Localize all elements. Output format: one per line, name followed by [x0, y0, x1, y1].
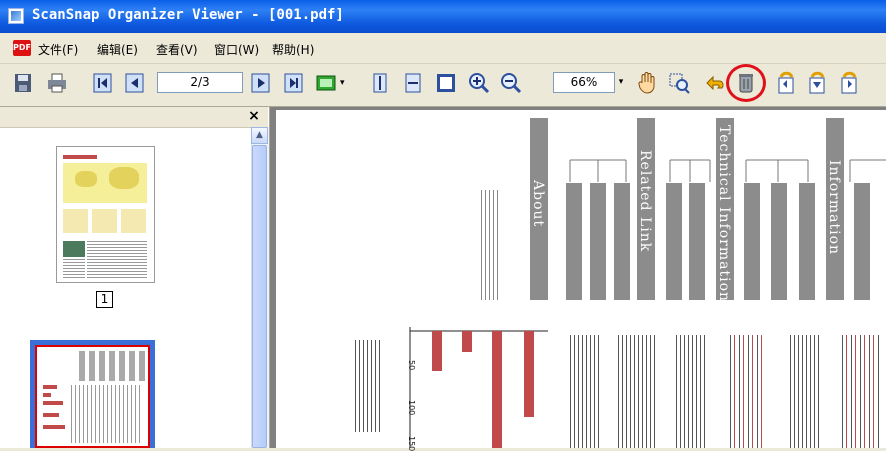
layout-icon[interactable]: [315, 71, 337, 95]
sub-item-bar: [666, 183, 682, 300]
rotate-180-icon[interactable]: [806, 71, 828, 95]
thumb-chart-bar: [43, 393, 51, 397]
tree-connectors: [569, 159, 886, 182]
print-icon[interactable]: [46, 71, 68, 95]
thumb-header-bar: [63, 155, 97, 159]
rotate-left-icon[interactable]: [775, 71, 797, 95]
zoom-in-icon[interactable]: [468, 71, 490, 95]
fit-window-icon[interactable]: [435, 71, 457, 95]
fit-page-icon[interactable]: [402, 71, 424, 95]
close-icon[interactable]: ×: [246, 107, 262, 125]
undo-icon[interactable]: [704, 71, 726, 95]
thumb-chart: [92, 209, 117, 233]
zoom-out-icon[interactable]: [500, 71, 522, 95]
page-thumbnail-1-label: 1: [96, 291, 113, 308]
last-page-icon[interactable]: [283, 71, 305, 95]
thumb-chart: [63, 209, 88, 233]
hand-tool-icon[interactable]: [636, 71, 658, 95]
body-text-block: [730, 335, 766, 448]
thumbnail-panel-header: [0, 107, 268, 128]
thumb-chart-bar: [43, 413, 59, 417]
body-text-block: [618, 335, 656, 448]
body-text-block: [676, 335, 706, 448]
menu-view[interactable]: 查看(V): [156, 41, 198, 58]
sub-item-bar: [771, 183, 787, 300]
zoom-field[interactable]: 66%: [553, 72, 615, 93]
menu-edit[interactable]: 编辑(E): [97, 41, 138, 58]
save-icon[interactable]: [12, 71, 34, 95]
chart-tick: 150: [407, 436, 416, 451]
page-thumbnail-1[interactable]: [56, 146, 155, 283]
layout-dropdown-icon[interactable]: ▾: [340, 78, 345, 88]
rotate-right-icon[interactable]: [838, 71, 860, 95]
thumb-chart-bar: [43, 425, 65, 429]
sub-item-bar: [799, 183, 815, 300]
thumb-map-land: [75, 171, 97, 187]
scroll-up-icon[interactable]: ▲: [251, 127, 268, 144]
thumb-chart: [121, 209, 146, 233]
chart-bar: [492, 331, 502, 448]
page-number-field[interactable]: 2/3: [157, 72, 243, 93]
body-text-block: [842, 335, 882, 448]
thumb-heading-bars: [79, 351, 145, 381]
window-title: ScanSnap Organizer Viewer - [001.pdf]: [32, 7, 344, 23]
menu-file[interactable]: 文件(F): [38, 41, 78, 58]
zoom-area-icon[interactable]: [668, 71, 690, 95]
body-text-block: [790, 335, 820, 448]
thumb-chart-bar: [43, 401, 63, 405]
thumb-chart-bar: [43, 385, 57, 389]
zoom-dropdown-icon[interactable]: ▾: [616, 72, 626, 93]
sub-item-bar: [590, 183, 606, 300]
fit-height-icon[interactable]: [369, 71, 391, 95]
chart-bar: [432, 331, 442, 371]
thumb-text-columns: [71, 385, 143, 443]
pdf-icon: PDF: [13, 40, 31, 56]
chart-bar: [524, 331, 534, 417]
sub-item-bar: [854, 183, 870, 300]
body-text-block: [570, 335, 600, 448]
page-thumbnail-2[interactable]: [35, 345, 150, 448]
first-page-icon[interactable]: [92, 71, 114, 95]
app-icon[interactable]: [8, 8, 24, 24]
body-text-block: [355, 340, 383, 432]
thumb-photo: [63, 241, 85, 257]
chart-tick: 100: [407, 400, 416, 416]
sub-item-bar: [744, 183, 760, 300]
sub-item-bar: [614, 183, 630, 300]
menu-help[interactable]: 帮助(H): [272, 41, 314, 58]
thumb-text-lines: [87, 241, 147, 279]
sub-item-bar: [566, 183, 582, 300]
thumb-text-lines: [63, 259, 85, 279]
thumb-map-land: [109, 167, 139, 189]
scroll-thumb[interactable]: [252, 145, 267, 448]
chart-tick: 50: [407, 360, 416, 371]
next-page-icon[interactable]: [250, 71, 272, 95]
sub-item-bar: [689, 183, 705, 300]
previous-page-icon[interactable]: [124, 71, 146, 95]
menu-window[interactable]: 窗口(W): [214, 41, 259, 58]
heading-about: About: [530, 180, 546, 228]
highlight-circle: [726, 64, 766, 102]
chart-bar: [462, 331, 472, 352]
about-text-block: [481, 190, 499, 300]
